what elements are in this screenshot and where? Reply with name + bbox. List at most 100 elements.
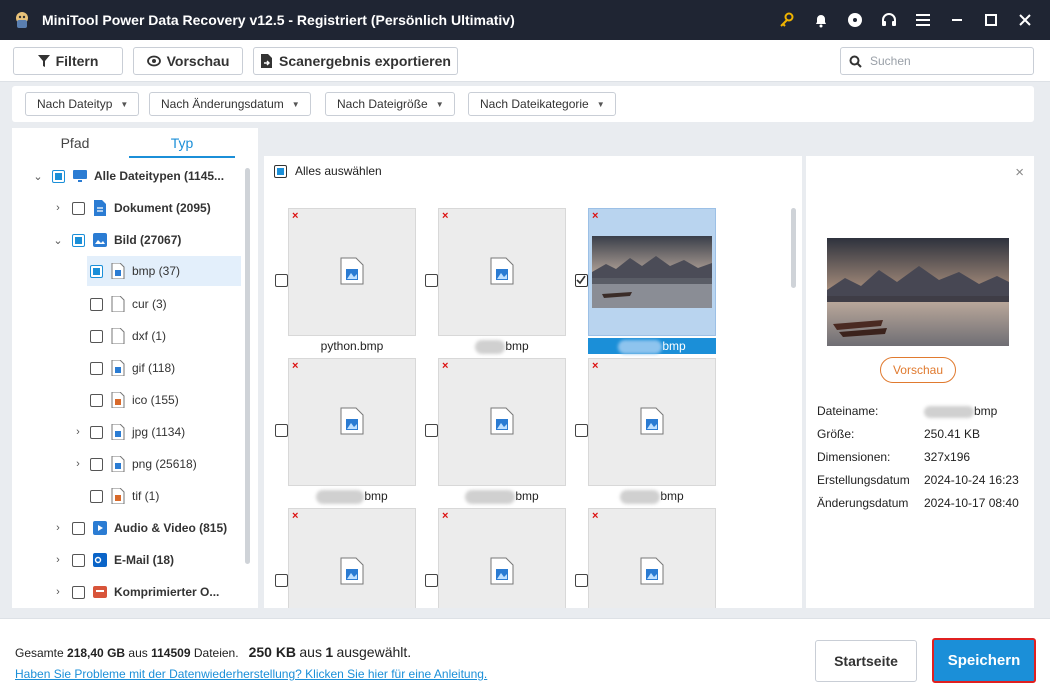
select-all[interactable]: Alles auswählen <box>274 164 382 178</box>
file-grid-panel: Alles auswählen × python.bmp × bmp × bmp… <box>264 156 802 608</box>
select-all-checkbox[interactable] <box>274 164 287 178</box>
chevron-right-icon[interactable]: › <box>70 426 86 438</box>
file-tile-label: bmp <box>438 488 566 504</box>
tree-item-cur[interactable]: cur (3) <box>90 289 167 319</box>
tile-checkbox-checked[interactable] <box>575 274 588 287</box>
deleted-mark-icon: × <box>592 360 599 372</box>
file-type-tree-panel: Pfad Typ ⌄ Alle Dateitypen (1145... › Do… <box>12 128 258 608</box>
chevron-right-icon[interactable]: › <box>50 522 66 534</box>
filter-by-type-dropdown[interactable]: Nach Dateityp ▼ <box>25 92 140 116</box>
tile-checkbox[interactable] <box>575 574 588 587</box>
search-input[interactable] <box>870 54 1020 68</box>
tree-item-email[interactable]: › E-Mail (18) <box>50 545 174 575</box>
disc-icon[interactable] <box>838 0 872 40</box>
outlook-icon <box>93 553 107 567</box>
chevron-right-icon[interactable]: › <box>50 554 66 566</box>
bell-icon[interactable] <box>804 0 838 40</box>
save-button[interactable]: Speichern <box>932 638 1036 683</box>
tree-checkbox[interactable] <box>90 393 103 407</box>
maximize-icon[interactable] <box>974 0 1008 40</box>
tree-item-png[interactable]: › png (25618) <box>70 449 197 479</box>
close-preview-icon[interactable]: × <box>1015 164 1024 181</box>
tree-item-bmp[interactable]: bmp (37) <box>87 256 241 286</box>
chevron-right-icon[interactable]: › <box>50 586 66 598</box>
filter-by-date-dropdown[interactable]: Nach Änderungsdatum ▼ <box>149 92 311 116</box>
chevron-down-icon: ▼ <box>435 99 444 109</box>
file-tile-selected[interactable]: × <box>588 208 716 336</box>
file-tile[interactable]: × <box>588 508 716 608</box>
headset-icon[interactable] <box>872 0 906 40</box>
tab-path[interactable]: Pfad <box>22 128 128 158</box>
tree-checkbox[interactable] <box>72 233 85 247</box>
tile-checkbox[interactable] <box>275 274 288 287</box>
tree-checkbox[interactable] <box>52 169 65 183</box>
file-tile[interactable]: × <box>438 208 566 336</box>
tree-checkbox[interactable] <box>72 553 85 567</box>
title-bar: MiniTool Power Data Recovery v12.5 - Reg… <box>0 0 1050 40</box>
file-tile[interactable]: × <box>438 358 566 486</box>
tab-type[interactable]: Typ <box>129 128 235 158</box>
chevron-down-icon[interactable]: ⌄ <box>50 234 66 247</box>
menu-icon[interactable] <box>906 0 940 40</box>
tree-item-images[interactable]: ⌄ Bild (27067) <box>50 225 181 255</box>
tree-item-gif[interactable]: gif (118) <box>90 353 175 383</box>
tree-item-documents[interactable]: › Dokument (2095) <box>50 193 211 223</box>
toolbar: Filtern Vorschau Scanergebnis exportiere… <box>0 40 1050 82</box>
tree-checkbox[interactable] <box>90 361 103 375</box>
tile-checkbox[interactable] <box>575 424 588 437</box>
help-link[interactable]: Haben Sie Probleme mit der Datenwiederhe… <box>15 667 487 681</box>
filter-by-size-dropdown[interactable]: Nach Dateigröße ▼ <box>325 92 455 116</box>
tile-checkbox[interactable] <box>425 424 438 437</box>
tree-item-all-types[interactable]: ⌄ Alle Dateitypen (1145... <box>30 161 224 191</box>
tree-checkbox[interactable] <box>90 489 103 503</box>
png-file-icon <box>111 456 125 472</box>
redacted-filename <box>620 489 661 504</box>
export-scan-button[interactable]: Scanergebnis exportieren <box>253 47 458 75</box>
tree-item-archives[interactable]: › Komprimierter O... <box>50 577 219 607</box>
tree-checkbox[interactable] <box>90 264 103 278</box>
tree-checkbox[interactable] <box>90 457 103 471</box>
search-icon <box>849 55 862 68</box>
tile-checkbox[interactable] <box>425 274 438 287</box>
tree-checkbox[interactable] <box>90 329 103 343</box>
file-tile[interactable]: × <box>288 208 416 336</box>
tree-item-dxf[interactable]: dxf (1) <box>90 321 166 351</box>
chevron-right-icon[interactable]: › <box>50 202 66 214</box>
tile-checkbox[interactable] <box>275 574 288 587</box>
home-button[interactable]: Startseite <box>815 640 917 682</box>
file-tile[interactable]: × <box>288 358 416 486</box>
tree-scrollbar[interactable] <box>245 168 250 564</box>
deleted-mark-icon: × <box>592 510 599 522</box>
tree-checkbox[interactable] <box>72 521 85 535</box>
chevron-down-icon[interactable]: ⌄ <box>30 170 46 183</box>
tree-item-audio-video[interactable]: › Audio & Video (815) <box>50 513 227 543</box>
tree-checkbox[interactable] <box>72 585 85 599</box>
preview-button[interactable]: Vorschau <box>133 47 243 75</box>
filter-by-category-dropdown[interactable]: Nach Dateikategorie ▼ <box>468 92 616 116</box>
tree-item-tif[interactable]: tif (1) <box>90 481 159 511</box>
filter-button[interactable]: Filtern <box>13 47 123 75</box>
search-box[interactable] <box>840 47 1034 75</box>
key-icon[interactable] <box>770 0 804 40</box>
tree-checkbox[interactable] <box>90 297 103 311</box>
file-tile[interactable]: × <box>438 508 566 608</box>
close-icon[interactable] <box>1008 0 1042 40</box>
thumbnail-landscape-image <box>592 236 712 308</box>
grid-scrollbar[interactable] <box>791 208 796 288</box>
tile-checkbox[interactable] <box>275 424 288 437</box>
tree-item-ico[interactable]: ico (155) <box>90 385 179 415</box>
video-icon <box>93 521 107 535</box>
file-tile[interactable]: × <box>288 508 416 608</box>
tree-checkbox[interactable] <box>90 425 103 439</box>
file-tile-label: bmp <box>588 488 716 504</box>
minimize-icon[interactable] <box>940 0 974 40</box>
preview-button[interactable]: Vorschau <box>880 357 956 383</box>
info-created: Erstellungsdatum 2024-10-24 16:23 <box>817 473 1019 487</box>
deleted-mark-icon: × <box>442 510 449 522</box>
tree-item-jpg[interactable]: › jpg (1134) <box>70 417 185 447</box>
tree-checkbox[interactable] <box>72 201 85 215</box>
image-file-icon <box>490 257 514 285</box>
file-tile[interactable]: × <box>588 358 716 486</box>
tile-checkbox[interactable] <box>425 574 438 587</box>
chevron-right-icon[interactable]: › <box>70 458 86 470</box>
